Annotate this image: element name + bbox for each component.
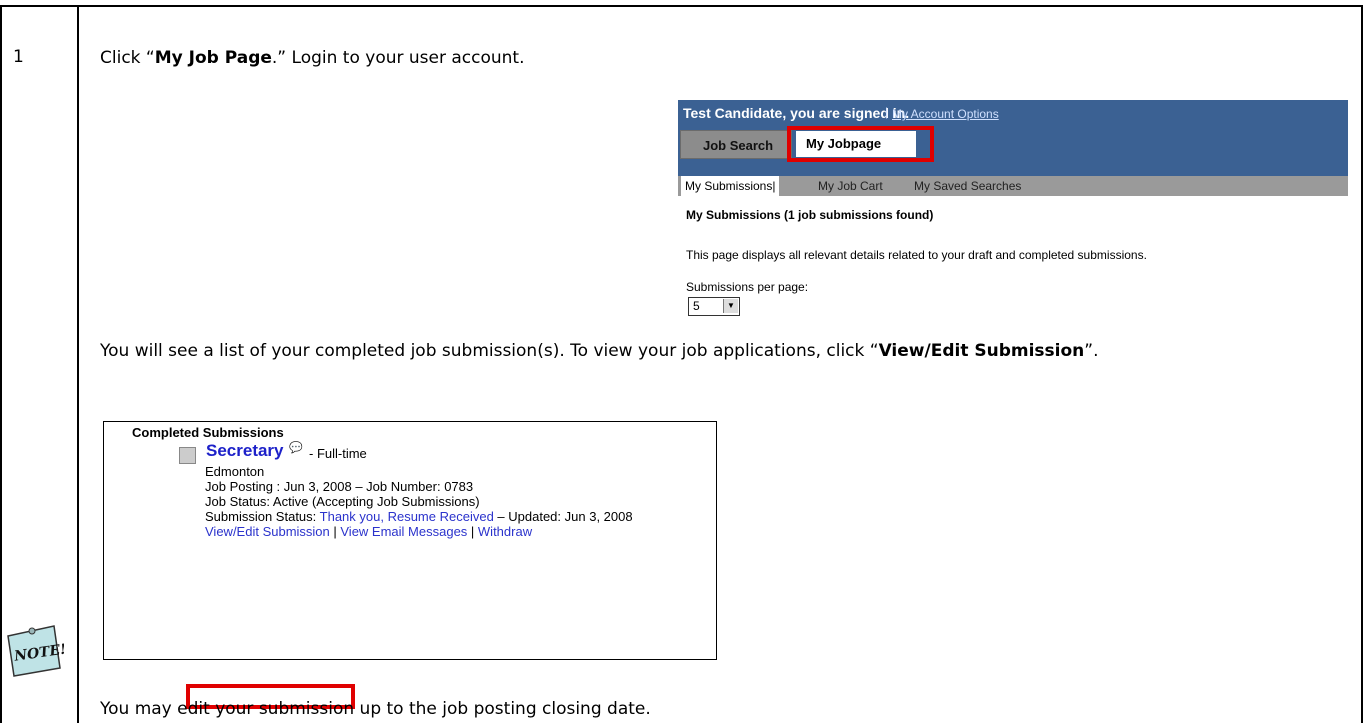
submission-status-value: Thank you, Resume Received <box>319 509 494 524</box>
chevron-down-icon: ▼ <box>723 299 738 313</box>
view-edit-submission-link[interactable]: View/Edit Submission <box>205 524 330 539</box>
withdraw-link[interactable]: Withdraw <box>478 524 532 539</box>
job-status: Job Status: Active (Accepting Job Submis… <box>205 494 480 509</box>
subnav-my-job-cart[interactable]: My Job Cart <box>818 176 883 196</box>
highlight-box-my-jobpage <box>787 126 934 162</box>
job-type: - Full-time <box>309 446 367 461</box>
job-location: Edmonton <box>205 464 265 479</box>
comment-bubble-icon: 💬 <box>289 442 303 454</box>
middle-instruction: You will see a list of your completed jo… <box>100 341 1099 361</box>
job-title-link[interactable]: Secretary <box>206 441 284 461</box>
completed-submissions-title: Completed Submissions <box>132 425 284 440</box>
footer-text: You may edit your submission up to the j… <box>100 699 651 719</box>
submission-actions: View/Edit Submission | View Email Messag… <box>205 524 533 539</box>
submissions-heading: My Submissions (1 job submissions found) <box>686 208 934 222</box>
header-bar: Test Candidate, you are signed in. | My … <box>678 100 1348 176</box>
subnav: My Submissions| My Job Cart My Saved Sea… <box>678 176 1348 196</box>
step-number: 1 <box>13 47 24 67</box>
intro-bold: My Job Page <box>154 48 272 68</box>
submissions-description: This page displays all relevant details … <box>686 248 1147 262</box>
account-options-link[interactable]: My Account Options <box>892 107 999 121</box>
submission-status: Submission Status: Thank you, Resume Rec… <box>205 509 633 524</box>
frame-left <box>0 5 2 723</box>
signed-in-text: Test Candidate, you are signed in. <box>683 105 910 121</box>
job-posting: Job Posting : Jun 3, 2008 – Job Number: … <box>205 479 474 494</box>
screenshot-completed-submissions: Completed Submissions Secretary 💬 - Full… <box>103 421 717 660</box>
subnav-my-submissions[interactable]: My Submissions| <box>681 176 780 196</box>
note-icon: NOTE! <box>7 625 64 677</box>
tab-job-search[interactable]: Job Search <box>680 130 792 159</box>
document-icon <box>179 447 196 464</box>
view-email-messages-link[interactable]: View Email Messages <box>340 524 467 539</box>
subnav-my-saved-searches[interactable]: My Saved Searches <box>914 176 1021 196</box>
screenshot-my-jobpage: Test Candidate, you are signed in. | My … <box>678 100 1348 325</box>
intro-instruction: Click “My Job Page.” Login to your user … <box>100 48 525 68</box>
frame-top <box>0 5 1363 7</box>
per-page-label: Submissions per page: <box>686 280 809 294</box>
per-page-select[interactable]: 5 ▼ <box>688 297 740 316</box>
separator: | <box>885 105 889 119</box>
frame-right <box>1361 5 1363 723</box>
middle-bold: View/Edit Submission <box>878 341 1085 361</box>
frame-divider <box>77 5 79 723</box>
